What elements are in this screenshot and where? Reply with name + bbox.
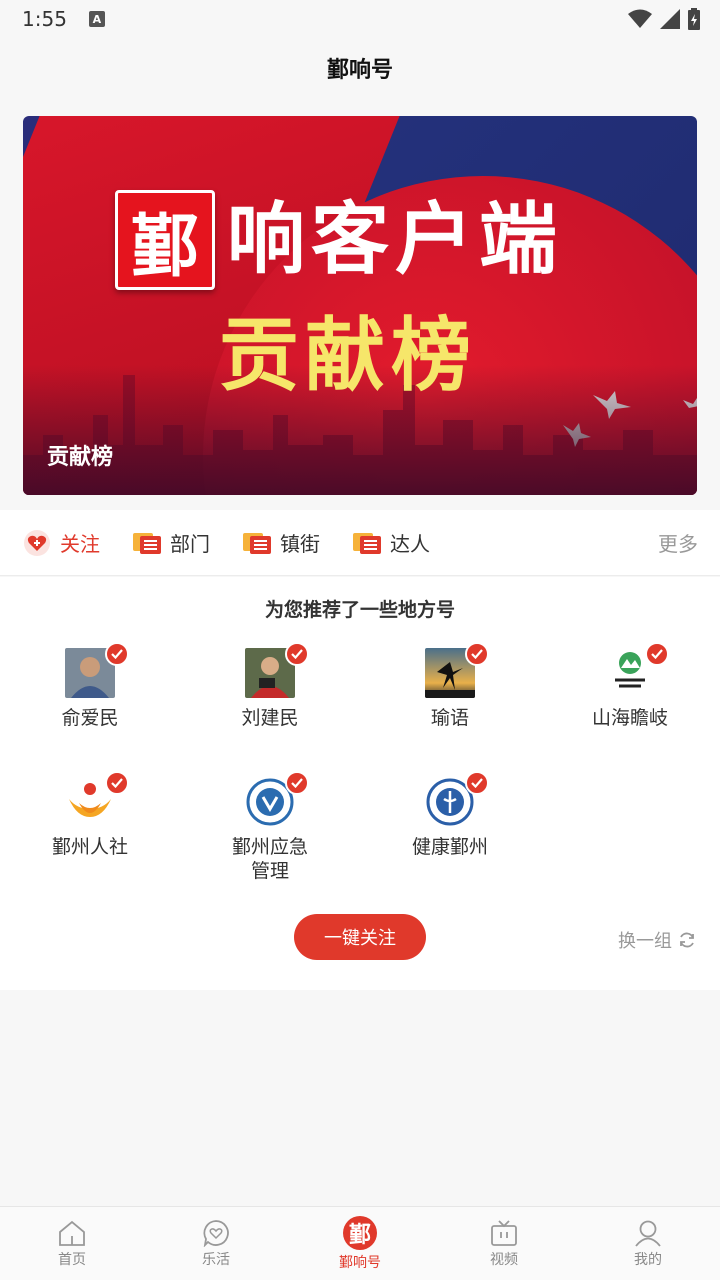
banner[interactable]: 鄞 响客户端 贡献榜 贡献榜 bbox=[23, 116, 697, 495]
avatar bbox=[245, 642, 309, 698]
avatar bbox=[425, 642, 489, 698]
check-icon bbox=[285, 642, 309, 666]
banner-caption: 贡献榜 bbox=[47, 445, 114, 470]
tab-department[interactable]: 部门 bbox=[132, 528, 210, 557]
tab-label: 关注 bbox=[60, 532, 100, 556]
check-icon bbox=[105, 771, 129, 795]
follow-all-button[interactable]: 一键关注 bbox=[294, 914, 426, 960]
swap-label: 换一组 bbox=[618, 931, 672, 952]
account-card[interactable]: 山海瞻岐 bbox=[540, 642, 720, 730]
account-card[interactable]: 瑜语 bbox=[360, 642, 540, 730]
nav-label: 视频 bbox=[490, 1251, 518, 1268]
list-icon bbox=[133, 532, 161, 554]
tab-town[interactable]: 镇街 bbox=[242, 528, 320, 557]
home-icon bbox=[59, 1220, 85, 1246]
account-card[interactable]: 刘建民 bbox=[180, 642, 360, 730]
nav-mine[interactable]: 我的 bbox=[576, 1207, 720, 1280]
nav-video[interactable]: 视频 bbox=[432, 1207, 576, 1280]
avatar bbox=[605, 642, 669, 698]
account-name: 鄞州应急管理 bbox=[231, 836, 308, 882]
nav-yinxianghao[interactable]: 鄞 鄞响号 bbox=[288, 1207, 432, 1280]
tv-icon bbox=[491, 1219, 517, 1246]
account-card[interactable]: 健康鄞州 bbox=[360, 771, 540, 859]
avatar bbox=[245, 771, 309, 827]
check-icon bbox=[645, 642, 669, 666]
tab-label: 镇街 bbox=[280, 532, 320, 556]
account-name: 俞爱民 bbox=[61, 707, 119, 729]
wifi-icon bbox=[628, 9, 652, 28]
refresh-icon bbox=[680, 932, 694, 948]
check-icon bbox=[105, 642, 129, 666]
check-icon bbox=[285, 771, 309, 795]
heart-chat-icon bbox=[203, 1219, 229, 1247]
account-name: 刘建民 bbox=[241, 707, 299, 729]
banner-logo: 鄞 bbox=[115, 190, 215, 290]
account-card[interactable]: 鄞州人社 bbox=[0, 771, 180, 859]
nav-label: 首页 bbox=[58, 1251, 86, 1268]
recommend-panel: 为您推荐了一些地方号 俞爱民 刘建民 瑜语 山海瞻岐 鄞州人社 鄞州应急管理 健… bbox=[0, 577, 720, 990]
notification-icon: A bbox=[88, 11, 105, 27]
account-card[interactable]: 鄞州应急管理 bbox=[180, 771, 360, 883]
nav-lehuo[interactable]: 乐活 bbox=[144, 1207, 288, 1280]
bottom-nav: 首页 乐活 鄞 鄞响号 视频 我的 bbox=[0, 1206, 720, 1280]
nav-label: 乐活 bbox=[202, 1251, 230, 1268]
status-time: 1:55 bbox=[22, 7, 67, 31]
list-icon bbox=[243, 532, 271, 554]
avatar bbox=[425, 771, 489, 827]
signal-icon bbox=[660, 9, 680, 29]
nav-label: 鄞响号 bbox=[339, 1254, 381, 1271]
check-icon bbox=[465, 771, 489, 795]
tab-follow[interactable]: 关注 bbox=[22, 528, 100, 557]
page-header: 鄞响号 bbox=[0, 38, 720, 98]
banner-subtitle: 贡献榜 bbox=[219, 309, 477, 402]
banner-title: 响客户端 bbox=[227, 195, 564, 285]
yin-logo-icon: 鄞 bbox=[343, 1215, 377, 1250]
check-icon bbox=[465, 642, 489, 666]
tab-label: 部门 bbox=[170, 532, 210, 556]
battery-icon bbox=[688, 8, 700, 30]
user-icon bbox=[635, 1220, 661, 1247]
account-card[interactable]: 俞爱民 bbox=[0, 642, 180, 730]
account-name: 山海瞻岐 bbox=[591, 707, 668, 729]
heart-icon bbox=[24, 529, 50, 556]
recommend-title: 为您推荐了一些地方号 bbox=[264, 599, 455, 621]
tab-expert[interactable]: 达人 bbox=[352, 528, 430, 557]
list-icon bbox=[353, 532, 381, 554]
account-name: 健康鄞州 bbox=[411, 836, 488, 858]
account-name: 瑜语 bbox=[430, 707, 469, 729]
page-title: 鄞响号 bbox=[326, 58, 393, 83]
more-link[interactable]: 更多 bbox=[658, 528, 698, 557]
nav-label: 我的 bbox=[634, 1251, 662, 1268]
status-bar: 1:55 A bbox=[0, 0, 720, 38]
swap-button[interactable]: 换一组 bbox=[618, 927, 696, 953]
avatar bbox=[65, 642, 129, 698]
tab-label: 达人 bbox=[390, 532, 430, 556]
account-name: 鄞州人社 bbox=[51, 836, 128, 858]
nav-home[interactable]: 首页 bbox=[0, 1207, 144, 1280]
category-tabs: 关注 部门 镇街 达人 更多 bbox=[0, 510, 720, 576]
avatar bbox=[65, 771, 129, 827]
